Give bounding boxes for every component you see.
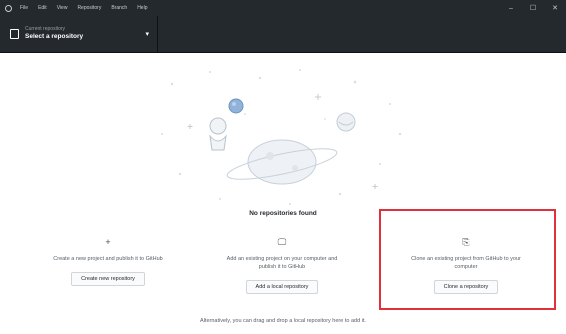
create-new-repository-button[interactable]: Create new repository [71, 271, 145, 286]
menu-bar: File Edit View Repository Branch Help [20, 5, 147, 11]
create-repository-card: + Create a new project and publish it to… [34, 226, 182, 310]
menu-branch[interactable]: Branch [111, 5, 127, 11]
menu-view[interactable]: View [57, 5, 68, 11]
drag-drop-hint: Alternatively, you can drag and drop a l… [200, 318, 366, 324]
empty-state-illustration [161, 69, 402, 205]
add-local-repository-card: 🖵 Add an existing project on your comput… [208, 226, 356, 310]
card-description: Create a new project and publish it to G… [53, 256, 163, 262]
close-button[interactable]: ✕ [544, 0, 566, 16]
menu-edit[interactable]: Edit [38, 5, 47, 11]
menu-file[interactable]: File [20, 5, 28, 11]
github-logo-icon [5, 4, 12, 12]
card-description: Add an existing project on your computer… [226, 256, 338, 270]
repo-text: Current repository Select a repository [25, 27, 84, 41]
title-bar: File Edit View Repository Branch Help – … [0, 0, 566, 16]
plus-icon: + [105, 237, 111, 247]
window-controls: – ☐ ✕ [500, 0, 566, 16]
add-local-repository-button[interactable]: Add a local repository [245, 279, 319, 294]
menu-help[interactable]: Help [137, 5, 147, 11]
minimize-button[interactable]: – [500, 0, 522, 16]
current-repository-button[interactable]: Current repository Select a repository ▾ [0, 16, 158, 52]
menu-repository[interactable]: Repository [77, 5, 101, 11]
current-repository-value: Select a repository [25, 33, 84, 41]
repo-icon [10, 29, 19, 39]
maximize-button[interactable]: ☐ [522, 0, 544, 16]
highlight-box [379, 209, 556, 310]
toolbar: Current repository Select a repository ▾ [0, 16, 566, 53]
chevron-down-icon: ▾ [145, 31, 149, 38]
desktop-icon: 🖵 [277, 237, 287, 247]
